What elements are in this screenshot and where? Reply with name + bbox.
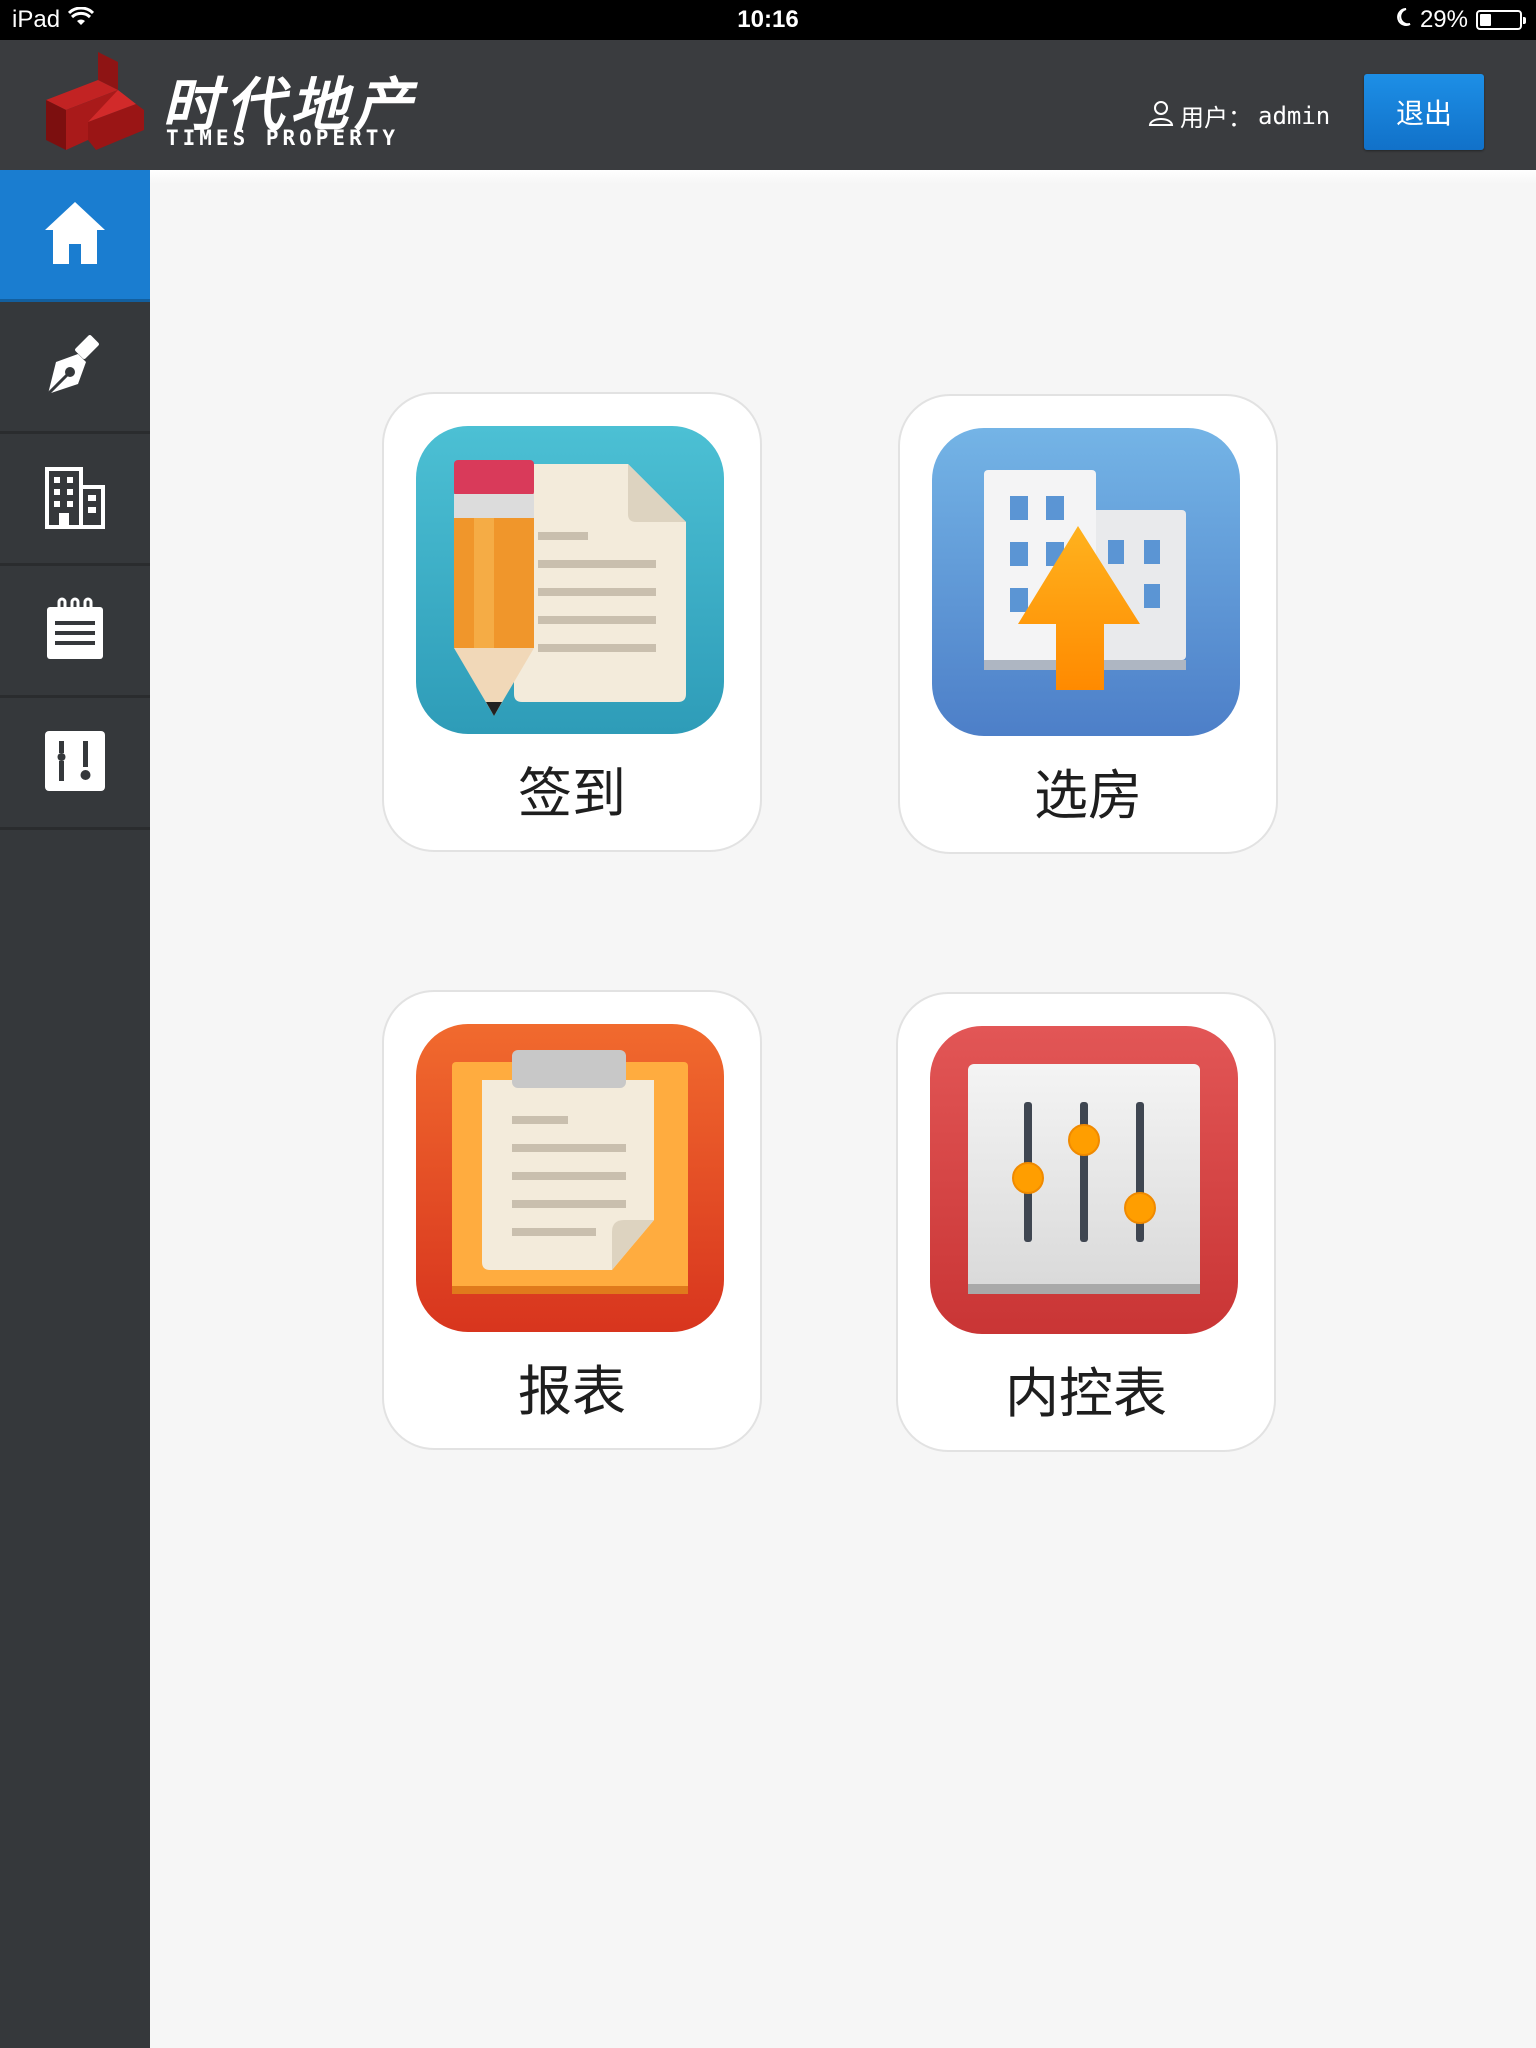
tile-select-house[interactable]: 选房 [898, 394, 1278, 854]
battery-icon [1476, 10, 1526, 30]
user-info: 用户： admin [1148, 98, 1330, 133]
tile-label: 内控表 [1005, 1362, 1167, 1425]
user-icon [1148, 100, 1174, 132]
building-icon [43, 465, 107, 533]
tile-label: 签到 [518, 762, 626, 825]
user-label: 用户： [1180, 104, 1252, 132]
battery-percent: 29% [1419, 6, 1468, 33]
sign-in-document-pencil-icon [416, 426, 724, 734]
moon-icon [1394, 6, 1412, 34]
tile-sign-in[interactable]: 签到 [382, 392, 762, 852]
company-logo-icon [36, 50, 146, 166]
status-bar: iPad 10:16 29% [0, 0, 1536, 40]
tile-label: 选房 [1034, 764, 1142, 827]
sidebar-item-notes[interactable] [0, 566, 150, 698]
home-icon [43, 200, 107, 270]
select-house-building-arrow-icon [932, 428, 1240, 736]
main-content: 签到 选房 报表 内控表 [150, 170, 1536, 2048]
pen-icon [42, 332, 108, 402]
tile-report[interactable]: 报表 [382, 990, 762, 1450]
sidebar-item-controls[interactable] [0, 698, 150, 830]
control-sliders-icon [930, 1026, 1238, 1334]
clock: 10:16 [737, 6, 799, 33]
logo-text-en: TIMES PROPERTY [166, 126, 400, 150]
sidebar [0, 170, 150, 2048]
info-icon [43, 729, 107, 797]
sidebar-item-home[interactable] [0, 170, 150, 302]
logout-button[interactable]: 退出 [1364, 74, 1484, 150]
report-clipboard-icon [416, 1024, 724, 1332]
notepad-icon [45, 597, 105, 665]
tile-internal-control[interactable]: 内控表 [896, 992, 1276, 1452]
app-header: 时代地产 TIMES PROPERTY 用户： admin 退出 [0, 40, 1536, 170]
tile-label: 报表 [518, 1360, 626, 1423]
username: admin [1258, 101, 1331, 130]
sidebar-item-sign[interactable] [0, 302, 150, 434]
sidebar-item-building[interactable] [0, 434, 150, 566]
